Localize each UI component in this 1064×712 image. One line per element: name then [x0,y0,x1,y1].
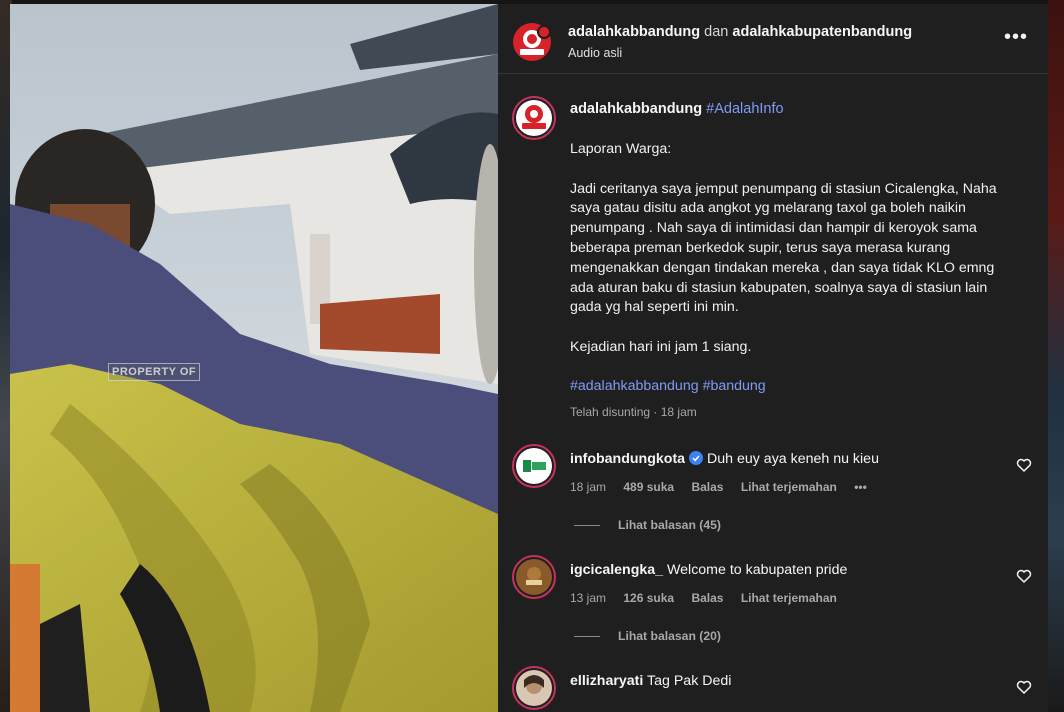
commenter-avatar[interactable] [512,666,556,710]
replies-label: Lihat balasan (45) [618,518,721,532]
comment-time: 13 jam [570,591,607,605]
translate-button[interactable]: Lihat terjemahan [741,591,837,605]
comment-line: igcicalengka_ Welcome to kabupaten pride [570,562,847,578]
account-avatar[interactable] [512,22,552,62]
caption-text: Laporan Warga: Jadi ceritanya saya jempu… [570,141,997,355]
audio-link[interactable]: Audio asli [568,46,622,60]
username-link-1[interactable]: adalahkabbandung [568,24,700,40]
translate-button[interactable]: Lihat terjemahan [741,480,837,494]
more-horizontal-icon: ••• [1004,26,1029,48]
comment-text: Welcome to kabupaten pride [667,562,848,578]
reply-button[interactable]: Balas [691,480,723,494]
comment-username[interactable]: ellizharyati [570,673,643,689]
caption-username[interactable]: adalahkabbandung [570,101,702,117]
like-heart-icon[interactable] [1016,568,1032,584]
comment-meta: 13 jam 126 suka Balas Lihat terjemahan [570,591,851,605]
caption-hashtags: #adalahkabbandung #bandung [570,378,766,394]
comment-text: Duh euy aya keneh nu kieu [707,451,879,467]
caption-header: adalahkabbandung #AdalahInfo [570,101,784,117]
comment-text: Tag Pak Dedi [647,673,732,689]
comment-likes[interactable]: 126 suka [623,591,674,605]
comment-line: infobandungkota Duh euy aya keneh nu kie… [570,451,879,467]
comment-username[interactable]: igcicalengka_ [570,562,663,578]
comment-likes[interactable]: 489 suka [623,480,674,494]
view-replies-button[interactable]: Lihat balasan (45) [574,518,721,532]
hashtag-link[interactable]: #adalahkabbandung [570,378,699,394]
commenter-avatar[interactable] [512,555,556,599]
video-watermark: PROPERTY OF [108,363,201,381]
conjunction: dan [704,24,729,40]
video-frame [10,4,498,712]
replies-divider [574,636,600,638]
video-player[interactable]: PROPERTY OF [10,4,498,712]
comment-username[interactable]: infobandungkota [570,451,685,467]
more-options-button[interactable]: ••• [1004,27,1028,54]
caption-hashtag[interactable]: #AdalahInfo [706,101,783,117]
like-heart-icon[interactable] [1016,457,1032,473]
like-heart-icon[interactable] [1016,679,1032,695]
view-replies-button[interactable]: Lihat balasan (20) [574,629,721,643]
comment-options-button[interactable]: ••• [854,480,867,494]
background-feed-right [1048,0,1064,712]
comment-line: ellizharyati Tag Pak Dedi [570,673,731,689]
comment-time: 18 jam [570,480,607,494]
post-header: adalahkabbandung dan adalahkabupatenband… [498,4,1048,74]
replies-label: Lihat balasan (20) [618,629,721,643]
reply-button[interactable]: Balas [691,591,723,605]
caption-avatar[interactable] [512,96,556,140]
username-link-2[interactable]: adalahkabupatenbandung [732,24,912,40]
verified-badge-icon [689,451,704,465]
hashtag-link[interactable]: #bandung [703,378,766,394]
comment-meta: 18 jam 489 suka Balas Lihat terjemahan •… [570,480,881,494]
caption-meta: Telah disunting · 18 jam [570,405,697,419]
replies-divider [574,525,600,527]
commenter-avatar[interactable] [512,444,556,488]
collab-usernames: adalahkabbandung dan adalahkabupatenband… [568,24,912,40]
post-details-panel: adalahkabbandung dan adalahkabupatenband… [498,4,1048,712]
